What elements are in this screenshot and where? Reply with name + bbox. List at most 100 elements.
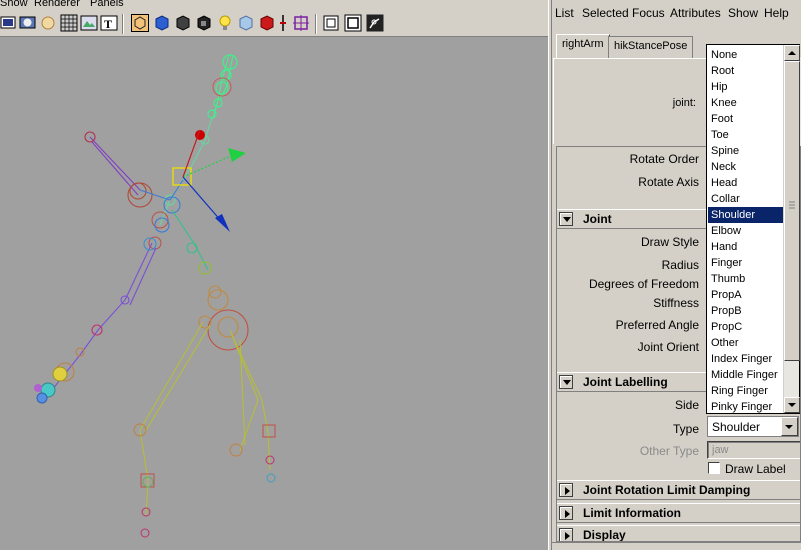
collapse-icon[interactable] bbox=[559, 375, 573, 389]
type-label: Type bbox=[672, 422, 699, 436]
rotate-order-label: Rotate Order bbox=[629, 152, 699, 166]
node-type-label: joint: bbox=[672, 97, 696, 109]
dropdown-item-propc[interactable]: PropC bbox=[708, 319, 783, 335]
shaded-cube-icon[interactable] bbox=[153, 14, 171, 32]
menu-list[interactable]: List bbox=[555, 6, 574, 20]
attribute-editor-menubar: List Selected Focus Attributes Show Help bbox=[552, 3, 801, 23]
dropdown-item-head[interactable]: Head bbox=[708, 175, 783, 191]
smooth-shade-icon[interactable] bbox=[19, 14, 37, 32]
light-icon[interactable] bbox=[216, 14, 234, 32]
section-joint-title: Joint bbox=[583, 212, 612, 226]
skeleton-rig[interactable] bbox=[0, 37, 548, 550]
axis-arrow-y-icon bbox=[228, 148, 246, 162]
torso-joints bbox=[139, 179, 184, 233]
3d-viewport[interactable] bbox=[0, 37, 548, 550]
dropdown-item-middle-finger[interactable]: Middle Finger bbox=[708, 367, 783, 383]
dropdown-item-hand[interactable]: Hand bbox=[708, 239, 783, 255]
expand-icon[interactable] bbox=[559, 506, 573, 520]
section-display[interactable]: Display bbox=[557, 525, 800, 542]
camera-icon[interactable] bbox=[80, 14, 98, 32]
dropdown-item-foot[interactable]: Foot bbox=[708, 111, 783, 127]
red-cube-icon[interactable] bbox=[258, 14, 276, 32]
dropdown-item-index-finger[interactable]: Index Finger bbox=[708, 351, 783, 367]
dropdown-item-propa[interactable]: PropA bbox=[708, 287, 783, 303]
film-gate-icon[interactable] bbox=[344, 14, 362, 32]
side-label: Side bbox=[674, 398, 699, 412]
menu-focus[interactable]: Focus bbox=[632, 6, 665, 20]
dropdown-item-knee[interactable]: Knee bbox=[708, 95, 783, 111]
dropdown-item-neck[interactable]: Neck bbox=[708, 159, 783, 175]
dropdown-item-hip[interactable]: Hip bbox=[708, 79, 783, 95]
select-camera-icon[interactable] bbox=[131, 14, 149, 32]
grip-icon bbox=[789, 201, 795, 209]
other-type-field: jaw bbox=[707, 441, 800, 459]
scroll-up-button[interactable] bbox=[784, 45, 800, 61]
grid-icon[interactable] bbox=[60, 14, 78, 32]
section-joint-labelling-title: Joint Labelling bbox=[583, 375, 668, 389]
menu-panels[interactable]: Panels bbox=[90, 0, 124, 9]
menu-attributes[interactable]: Attributes bbox=[670, 6, 721, 20]
viewport-toolbar: T bbox=[0, 11, 548, 37]
dof-label: Degrees of Freedom bbox=[588, 277, 699, 291]
dropdown-item-finger[interactable]: Finger bbox=[708, 255, 783, 271]
separator-icon bbox=[280, 15, 286, 31]
joint-icon[interactable] bbox=[366, 14, 384, 32]
tab-hikstancepose[interactable]: hikStancePose bbox=[608, 36, 694, 58]
dropdown-item-spine[interactable]: Spine bbox=[708, 143, 783, 159]
head-joints bbox=[207, 54, 238, 119]
section-limit-information[interactable]: Limit Information bbox=[557, 503, 800, 523]
dropdown-item-none[interactable]: None bbox=[708, 47, 783, 63]
type-dropdown[interactable]: Shoulder bbox=[707, 416, 799, 437]
rotate-axis-y bbox=[182, 154, 234, 178]
section-rotation-limit-damping[interactable]: Joint Rotation Limit Damping bbox=[557, 480, 800, 500]
dropdown-item-collar[interactable]: Collar bbox=[708, 191, 783, 207]
dropdown-item-ring-finger[interactable]: Ring Finger bbox=[708, 383, 783, 399]
radius-label: Radius bbox=[661, 258, 699, 272]
section-display-title: Display bbox=[583, 528, 626, 542]
menu-renderer[interactable]: Renderer bbox=[34, 0, 80, 9]
type-dropdown-list[interactable]: None Root Hip Knee Foot Toe Spine Neck Head Colla… bbox=[706, 44, 800, 414]
leg-joints bbox=[133, 321, 276, 538]
menu-help[interactable]: Help bbox=[764, 6, 789, 20]
expand-icon[interactable] bbox=[559, 528, 573, 541]
dropdown-item-root[interactable]: Root bbox=[708, 63, 783, 79]
lighting-icon[interactable] bbox=[39, 14, 57, 32]
menu-show[interactable]: Show bbox=[728, 6, 758, 20]
right-hand-fingers bbox=[34, 366, 68, 404]
dropdown-item-toe[interactable]: Toe bbox=[708, 127, 783, 143]
glass-cube-icon[interactable] bbox=[237, 14, 255, 32]
dark-cube-icon[interactable] bbox=[195, 14, 213, 32]
isolate-icon[interactable] bbox=[292, 14, 310, 32]
panel-divider[interactable] bbox=[548, 0, 552, 550]
dropdown-item-shoulder[interactable]: Shoulder bbox=[708, 207, 783, 223]
collapse-icon[interactable] bbox=[559, 212, 573, 226]
dropdown-item-elbow[interactable]: Elbow bbox=[708, 223, 783, 239]
wireframe-icon[interactable] bbox=[0, 14, 18, 32]
cube-icon[interactable] bbox=[174, 14, 192, 32]
left-arm-lower-joints bbox=[171, 209, 212, 275]
scroll-thumb[interactable] bbox=[784, 61, 800, 361]
expand-icon[interactable] bbox=[559, 483, 573, 497]
menu-show[interactable]: Show bbox=[0, 0, 28, 9]
draw-label-text: Draw Label bbox=[725, 462, 786, 476]
dropdown-scrollbar[interactable] bbox=[783, 45, 800, 413]
svg-text:T: T bbox=[104, 17, 112, 31]
dropdown-item-propb[interactable]: PropB bbox=[708, 303, 783, 319]
scroll-down-button[interactable] bbox=[784, 397, 800, 413]
dropdown-item-pinky-finger[interactable]: Pinky Finger bbox=[708, 399, 783, 415]
attribute-editor-bottom-bar bbox=[552, 542, 801, 550]
tab-rightarm[interactable]: rightArm bbox=[556, 34, 610, 58]
menu-selected[interactable]: Selected bbox=[582, 6, 629, 20]
draw-label-checkbox[interactable] bbox=[708, 462, 720, 474]
stiffness-label: Stiffness bbox=[653, 296, 699, 310]
dropdown-item-other[interactable]: Other bbox=[708, 335, 783, 351]
section-rotation-limit-title: Joint Rotation Limit Damping bbox=[583, 483, 751, 497]
hip-joints bbox=[198, 285, 249, 351]
dropdown-item-thumb[interactable]: Thumb bbox=[708, 271, 783, 287]
joint-orient-label: Joint Orient bbox=[637, 340, 699, 354]
rotate-axis-label: Rotate Axis bbox=[638, 175, 699, 189]
wireframe-cube-icon[interactable] bbox=[322, 14, 340, 32]
chevron-down-icon bbox=[785, 425, 793, 429]
dropdown-button[interactable] bbox=[781, 417, 798, 436]
texture-icon[interactable]: T bbox=[100, 14, 118, 32]
